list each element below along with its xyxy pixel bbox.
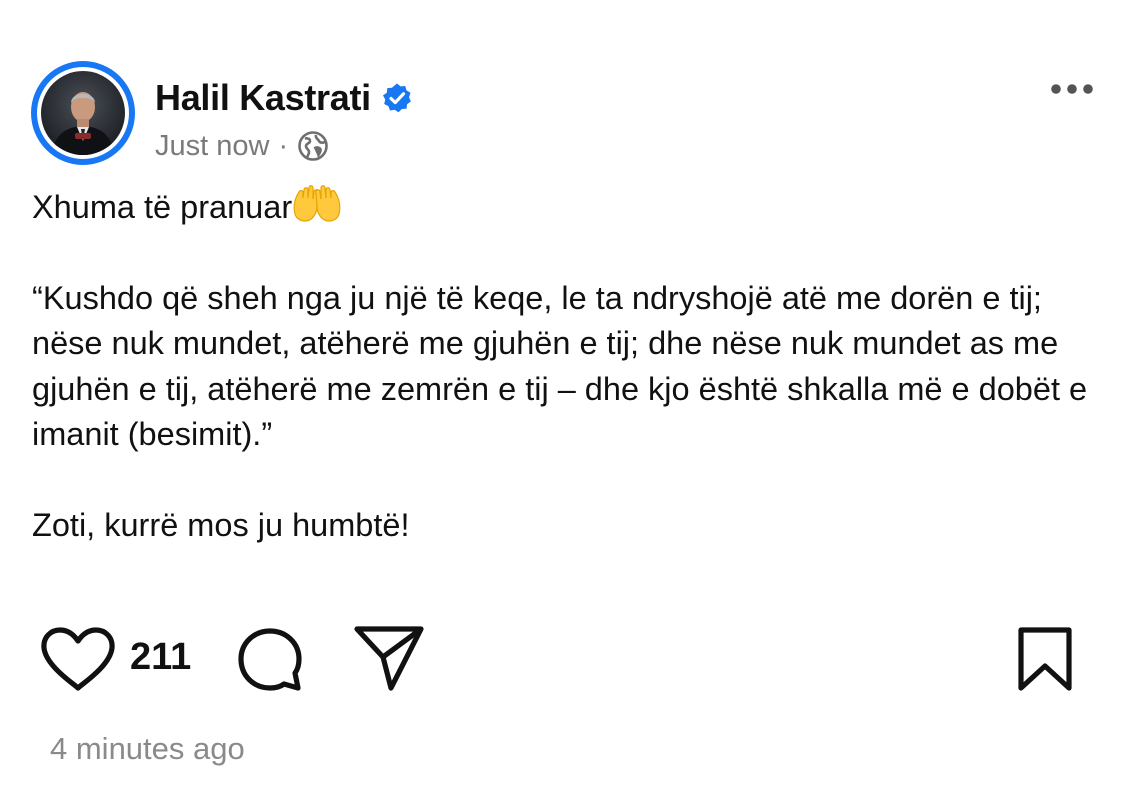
post-meta: Just now · <box>155 127 329 165</box>
like-count[interactable]: 211 <box>130 636 191 679</box>
post-line-opening: Xhuma të pranuar <box>32 184 1102 231</box>
post-card: Halil Kastrati Just now · Xhuma të pranu… <box>0 0 1125 787</box>
comment-icon[interactable] <box>236 626 304 694</box>
meta-separator: · <box>278 129 289 162</box>
share-icon[interactable] <box>353 624 425 692</box>
avatar[interactable] <box>31 61 135 165</box>
action-bar: 211 <box>40 622 1090 694</box>
raised-hands-emoji-icon <box>293 185 341 222</box>
author-row: Halil Kastrati <box>155 76 413 120</box>
verified-badge-icon <box>382 83 411 113</box>
post-quote: “Kushdo që sheh nga ju një të keqe, le t… <box>32 279 1088 453</box>
globe-icon <box>298 131 328 161</box>
post-timestamp: 4 minutes ago <box>50 731 245 766</box>
author-name[interactable]: Halil Kastrati <box>155 77 371 119</box>
heart-icon[interactable] <box>40 626 116 692</box>
post-closing: Zoti, kurrë mos ju humbtë! <box>32 506 410 543</box>
bookmark-icon[interactable] <box>1015 626 1075 692</box>
post-body: Xhuma të pranuar “Kushdo që sheh nga ju … <box>32 184 1102 548</box>
post-time[interactable]: Just now <box>155 130 269 163</box>
profile-photo <box>41 71 125 155</box>
more-options-icon[interactable] <box>1050 80 1094 98</box>
